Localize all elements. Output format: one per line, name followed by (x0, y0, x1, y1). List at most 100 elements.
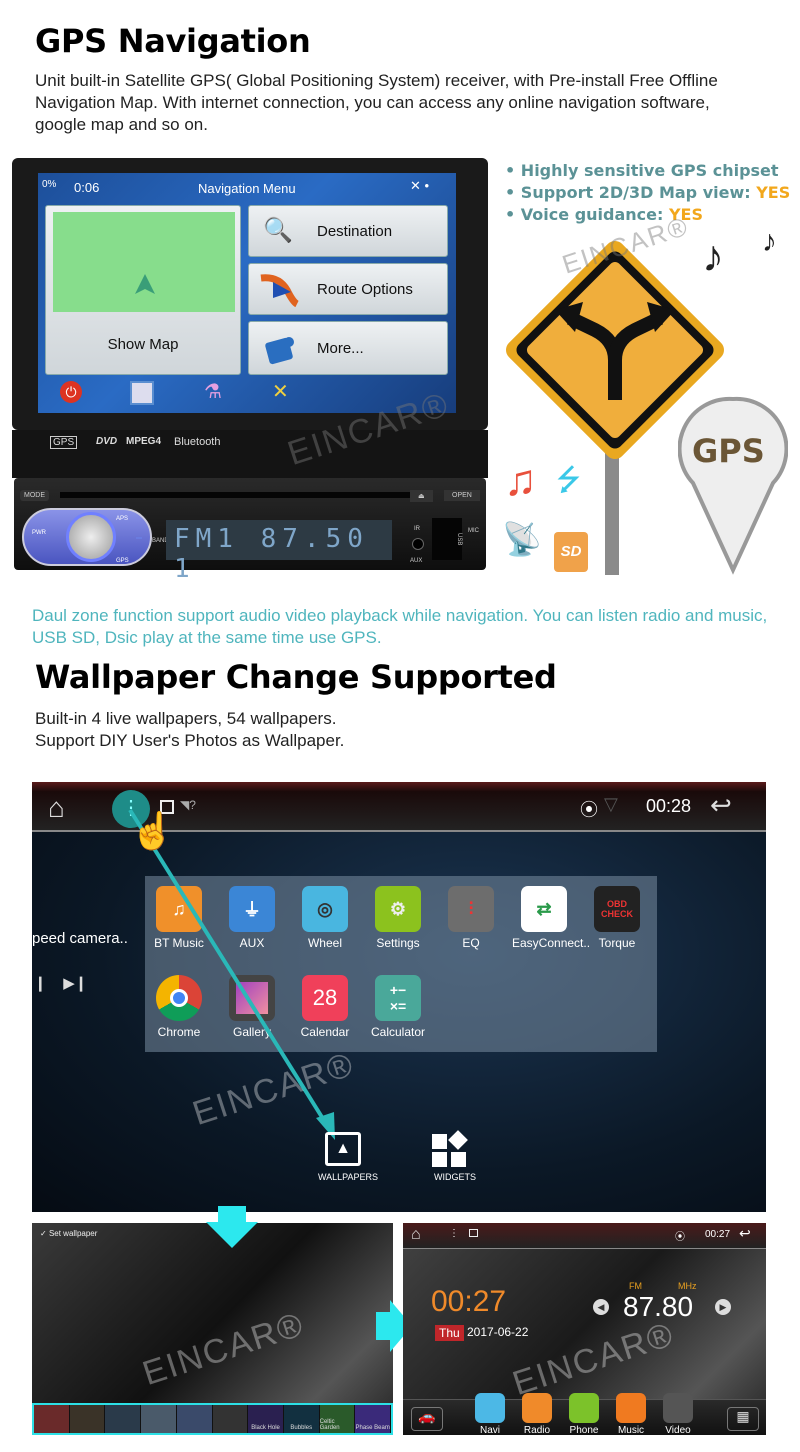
widgets-icon[interactable] (432, 1130, 468, 1168)
wallpaper-picker-screen: ✓ Set wallpaper Black Hole Bubbles Celti… (32, 1223, 393, 1435)
car-icon[interactable]: 🚗 (411, 1407, 443, 1431)
set-wallpaper-button[interactable]: ✓ Set wallpaper (40, 1229, 97, 1238)
back-icon[interactable]: ↩ (710, 790, 732, 821)
screen-bottom-bezel: GPS DVD MPEG4 Bluetooth (12, 430, 488, 478)
calculator-icon: +− ×= (375, 975, 421, 1021)
traffic-icon[interactable] (130, 381, 154, 405)
pwr-button[interactable]: PWR (32, 530, 46, 536)
logo-gps: GPS (50, 436, 78, 449)
wallpaper-thumb[interactable] (141, 1405, 177, 1433)
app-easyconnect[interactable]: ⇄ EasyConnect.. (512, 886, 590, 950)
wallpaper-thumb[interactable]: Black Hole (248, 1405, 284, 1433)
app-calculator[interactable]: +− ×= Calculator (366, 975, 430, 1039)
location-icon: ⦿ (675, 1232, 685, 1243)
ir-label: IR (414, 526, 420, 532)
hand-pointer-icon: ☝ (130, 810, 175, 851)
gps-description: Unit built-in Satellite GPS( Global Posi… (35, 71, 718, 134)
dock-radio[interactable]: Radio (517, 1393, 557, 1436)
wallpaper-thumb[interactable] (212, 1405, 249, 1433)
flask-icon[interactable]: ⚗ (204, 379, 222, 404)
dock-navi[interactable]: Navi (470, 1393, 510, 1436)
more-button[interactable]: More... (248, 321, 448, 375)
app-torque[interactable]: OBD CHECK Torque (585, 886, 649, 950)
app-eq[interactable]: ⫶ EQ (439, 886, 503, 950)
widgets-label[interactable]: WIDGETS (434, 1172, 476, 1182)
menu-dots-icon[interactable]: ⋮ (449, 1228, 459, 1239)
wallpaper-thumb[interactable]: Celtic Garden (319, 1405, 356, 1433)
nav-menu-title: Navigation Menu (198, 181, 296, 196)
battery-indicator: 0% (42, 179, 57, 190)
wallpapers-label[interactable]: WALLPAPERS (318, 1172, 378, 1182)
wallpaper-thumb[interactable]: Phase Beam (355, 1405, 392, 1433)
back-icon[interactable]: ↩ (739, 1225, 751, 1242)
video-icon (663, 1393, 693, 1423)
route-options-label: Route Options (317, 281, 413, 298)
power-icon[interactable]: ⏻ (60, 381, 82, 403)
settings-icon: ⚙ (375, 886, 421, 932)
position-arrow-icon (135, 274, 155, 294)
logo-bluetooth: Bluetooth (174, 436, 221, 448)
eject-button[interactable]: ⏏ (410, 490, 433, 502)
route-icon (260, 274, 299, 308)
show-map-label: Show Map (107, 336, 179, 353)
eq-icon: ⫶ (448, 886, 494, 932)
next-track-icon[interactable]: ❙ ▶❙ (34, 974, 87, 992)
route-options-button[interactable]: Route Options (248, 263, 448, 315)
widget-text: peed camera.. (32, 930, 128, 947)
mode-button[interactable]: MODE (20, 490, 49, 501)
radio-frequency: 87.80 (623, 1291, 694, 1322)
home-icon[interactable]: ⌂ (48, 792, 65, 824)
sign-pole (605, 440, 619, 575)
logo-dvd: DVD (96, 436, 118, 447)
wallpaper-thumb[interactable] (69, 1405, 106, 1433)
home-clock: 00:27 (431, 1285, 507, 1318)
destination-button[interactable]: 🔍 Destination (248, 205, 448, 257)
magnifier-icon: 🔍 (263, 217, 293, 244)
open-button[interactable]: OPEN (444, 490, 480, 501)
wallpaper-thumb[interactable] (105, 1405, 142, 1433)
disc-slot (60, 492, 410, 498)
radio-unit: MHz (678, 1281, 697, 1291)
home-icon[interactable]: ⌂ (411, 1226, 421, 1244)
android-home-screen: ⌂ ⋮ ⦿ 00:27 ↩ 00:27 Thu 2017-06-22 FM MH… (403, 1223, 766, 1436)
radio-icon (522, 1393, 552, 1423)
band-button-key[interactable] (136, 537, 142, 539)
wallpaper-desc-line: Support DIY User's Photos as Wallpaper. (35, 731, 345, 750)
wifi-icon: ▽ (604, 794, 618, 814)
app-settings[interactable]: ⚙ Settings (366, 886, 430, 950)
prev-station-button[interactable]: ◀ (593, 1299, 609, 1315)
radio-display: FM1 87.50 1 (166, 520, 392, 584)
pointer-arrow (128, 808, 335, 1140)
apps-grid-icon[interactable]: ▦ (727, 1407, 759, 1431)
navigation-screen: 0% 0:06 Navigation Menu ✕ • Show Map 🔍 D… (38, 173, 456, 413)
wallpaper-thumbnails: Black Hole Bubbles Celtic Garden Phase B… (32, 1403, 393, 1435)
feature-item: • Support 2D/3D Map view: YES (505, 183, 791, 202)
show-map-button[interactable]: Show Map (45, 205, 241, 375)
destination-label: Destination (317, 223, 393, 240)
radio-band: FM (629, 1281, 642, 1291)
dock-phone[interactable]: Phone (564, 1393, 604, 1436)
tools-icon[interactable]: ✕ (272, 379, 289, 404)
easyconnect-icon: ⇄ (521, 886, 567, 932)
wallpapers-icon[interactable]: ▲ (325, 1132, 361, 1166)
dock-video[interactable]: Video (658, 1393, 698, 1436)
wallpaper-thumb[interactable] (176, 1405, 213, 1433)
feature-list: • Highly sensitive GPS chipset • Support… (505, 160, 790, 226)
status-time: 00:27 (705, 1229, 731, 1240)
antenna-icon: 📡 (502, 521, 542, 557)
satellite-icon: ✕ • (410, 178, 430, 193)
mic-label: MIC (468, 528, 479, 534)
usb-icon: ⭍ (556, 464, 581, 497)
navi-icon (475, 1393, 505, 1423)
aux-jack[interactable] (412, 538, 424, 550)
volume-knob[interactable] (66, 512, 116, 562)
more-label: More... (317, 340, 364, 357)
gps-button[interactable]: GPS (116, 558, 129, 564)
dock-music[interactable]: Music (611, 1393, 651, 1436)
next-station-button[interactable]: ▶ (715, 1299, 731, 1315)
wallpaper-thumb[interactable] (34, 1405, 70, 1433)
aps-button[interactable]: APS (116, 516, 128, 522)
wallpaper-thumb[interactable]: Bubbles (283, 1405, 320, 1433)
gps-pin-label: GPS (692, 432, 765, 470)
usb-port[interactable]: USB (432, 518, 462, 560)
